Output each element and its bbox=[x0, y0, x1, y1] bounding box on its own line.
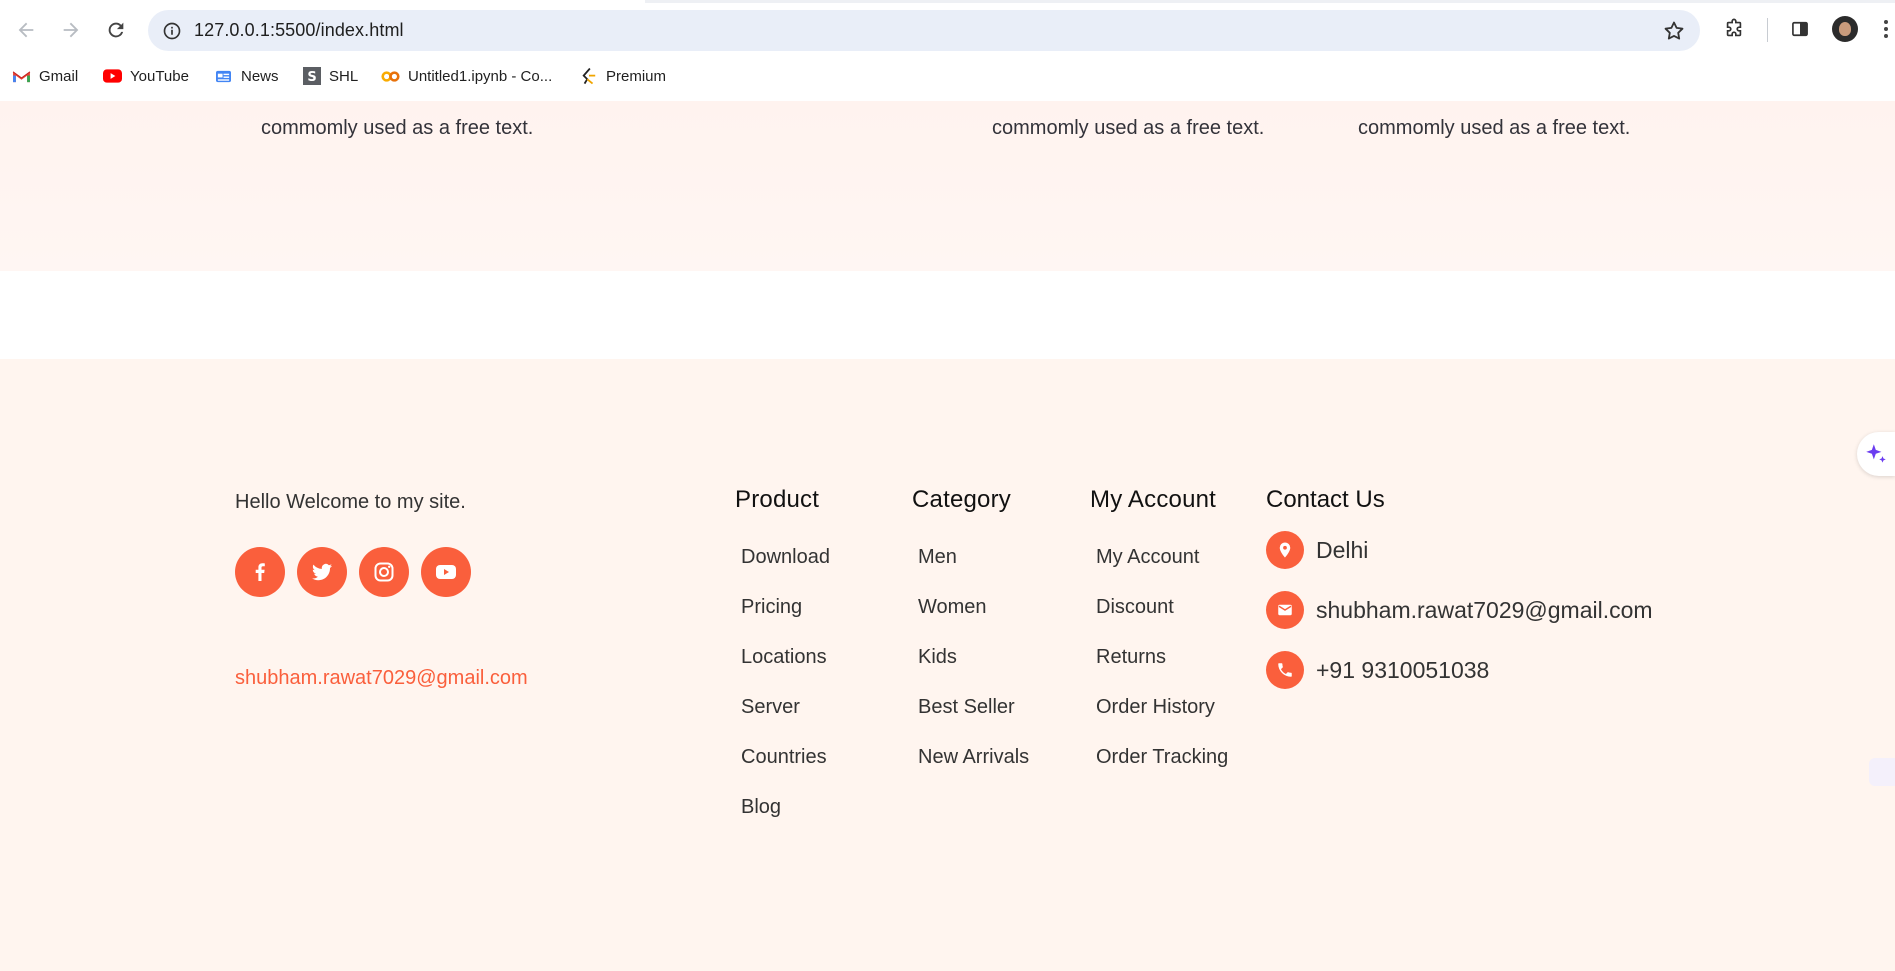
youtube-icon bbox=[436, 565, 456, 579]
contact-phone[interactable]: +91 9310051038 bbox=[1266, 651, 1489, 689]
site-info-icon[interactable] bbox=[160, 19, 184, 43]
footer-column-category: Category Men Women Kids Best Seller New … bbox=[912, 486, 1029, 796]
bookmark-colab[interactable]: Untitled1.ipynb - Co... bbox=[381, 64, 552, 88]
contact-phone-text[interactable]: +91 9310051038 bbox=[1316, 657, 1489, 684]
bookmarks-bar: Gmail YouTube News S SHL Untitled1.ipynb… bbox=[0, 62, 1895, 90]
youtube-icon bbox=[103, 68, 122, 84]
contact-email-text[interactable]: shubham.rawat7029@gmail.com bbox=[1316, 597, 1653, 624]
profile-avatar[interactable] bbox=[1832, 16, 1858, 42]
column-title: Product bbox=[735, 486, 820, 513]
side-widget-tab[interactable] bbox=[1869, 758, 1895, 786]
back-button[interactable] bbox=[10, 14, 42, 46]
footer-link[interactable]: Returns bbox=[1096, 646, 1228, 696]
bookmark-label: Untitled1.ipynb - Co... bbox=[408, 67, 553, 85]
bookmark-label: Gmail bbox=[39, 67, 79, 85]
footer-link[interactable]: New Arrivals bbox=[918, 746, 1029, 796]
bookmark-label: YouTube bbox=[130, 67, 189, 85]
extensions-puzzle-icon[interactable] bbox=[1721, 16, 1747, 42]
twitter-button[interactable] bbox=[297, 547, 347, 597]
facebook-icon bbox=[255, 563, 265, 581]
contact-location-text: Delhi bbox=[1316, 536, 1369, 563]
gmail-icon bbox=[12, 68, 31, 84]
footer-link[interactable]: Countries bbox=[741, 746, 830, 796]
footer-link[interactable]: Blog bbox=[741, 796, 830, 846]
arrow-left-icon bbox=[18, 22, 34, 38]
footer-link[interactable]: Order Tracking bbox=[1096, 746, 1228, 796]
features-section: commomly used as a free text. commomly u… bbox=[0, 101, 1895, 271]
bookmark-label: News bbox=[241, 67, 279, 85]
contact-email[interactable]: shubham.rawat7029@gmail.com bbox=[1266, 591, 1653, 629]
bookmark-youtube[interactable]: YouTube bbox=[103, 64, 189, 88]
footer-contact: Contact Us Delhi shubham.rawat7029@gmail… bbox=[1266, 486, 1653, 689]
reload-button[interactable] bbox=[100, 14, 132, 46]
footer-link[interactable]: Men bbox=[918, 546, 1029, 596]
feature-text: commomly used as a free text. bbox=[1358, 117, 1631, 139]
shl-icon: S bbox=[302, 67, 321, 85]
instagram-icon bbox=[374, 562, 394, 582]
bookmark-news[interactable]: News bbox=[214, 64, 279, 88]
site-footer: Hello Welcome to my site. shubham.rawat7… bbox=[0, 359, 1895, 971]
youtube-button[interactable] bbox=[421, 547, 471, 597]
active-tab-highlight bbox=[0, 0, 645, 3]
forward-button[interactable] bbox=[55, 14, 87, 46]
bookmark-shl[interactable]: S SHL bbox=[302, 64, 358, 88]
footer-link[interactable]: Order History bbox=[1096, 696, 1228, 746]
address-bar[interactable]: 127.0.0.1:5500/index.html bbox=[148, 10, 1700, 51]
bookmark-premium[interactable]: Premium bbox=[579, 64, 666, 88]
tab-strip bbox=[0, 0, 1895, 3]
facebook-button[interactable] bbox=[235, 547, 285, 597]
bookmark-gmail[interactable]: Gmail bbox=[12, 64, 78, 88]
footer-link[interactable]: Best Seller bbox=[918, 696, 1029, 746]
column-title: Contact Us bbox=[1266, 486, 1385, 513]
bookmark-label: SHL bbox=[329, 67, 359, 85]
browser-chrome: 127.0.0.1:5500/index.html Gmail YouTube bbox=[0, 0, 1895, 101]
footer-link[interactable]: Kids bbox=[918, 646, 1029, 696]
menu-kebab-icon[interactable] bbox=[1884, 18, 1890, 42]
mail-icon bbox=[1266, 591, 1304, 629]
footer-link[interactable]: Server bbox=[741, 696, 830, 746]
footer-link[interactable]: Locations bbox=[741, 646, 830, 696]
url-text[interactable]: 127.0.0.1:5500/index.html bbox=[194, 20, 404, 41]
footer-welcome-text: Hello Welcome to my site. bbox=[235, 491, 466, 513]
sparkle-assistant-button[interactable] bbox=[1857, 432, 1895, 476]
premium-icon bbox=[579, 67, 598, 84]
footer-link[interactable]: Women bbox=[918, 596, 1029, 646]
instagram-button[interactable] bbox=[359, 547, 409, 597]
arrow-right-icon bbox=[63, 22, 79, 38]
column-title: Category bbox=[912, 486, 1011, 513]
feature-text: commomly used as a free text. bbox=[261, 117, 534, 139]
contact-location: Delhi bbox=[1266, 531, 1368, 569]
bookmark-label: Premium bbox=[606, 67, 667, 85]
footer-link[interactable]: My Account bbox=[1096, 546, 1228, 596]
footer-link[interactable]: Discount bbox=[1096, 596, 1228, 646]
bookmark-star-icon[interactable] bbox=[1662, 19, 1686, 43]
feature-text: commomly used as a free text. bbox=[992, 117, 1265, 139]
footer-column-my-account: My Account My Account Discount Returns O… bbox=[1090, 486, 1228, 796]
toolbar-divider bbox=[1767, 18, 1768, 42]
section-spacer bbox=[0, 271, 1895, 359]
twitter-icon bbox=[312, 563, 332, 581]
reload-icon bbox=[108, 22, 124, 38]
footer-column-product: Product Download Pricing Locations Serve… bbox=[735, 486, 830, 846]
footer-link[interactable]: Pricing bbox=[741, 596, 830, 646]
news-icon bbox=[214, 68, 233, 84]
side-panel-icon[interactable] bbox=[1787, 16, 1813, 42]
sparkle-icon bbox=[1866, 444, 1886, 463]
phone-icon bbox=[1266, 651, 1304, 689]
social-links bbox=[235, 547, 471, 597]
footer-link[interactable]: Download bbox=[741, 546, 830, 596]
colab-icon bbox=[381, 68, 400, 84]
column-title: My Account bbox=[1090, 486, 1217, 513]
svg-text:S: S bbox=[307, 70, 316, 85]
location-pin-icon bbox=[1266, 531, 1304, 569]
footer-email-link[interactable]: shubham.rawat7029@gmail.com bbox=[235, 667, 528, 690]
